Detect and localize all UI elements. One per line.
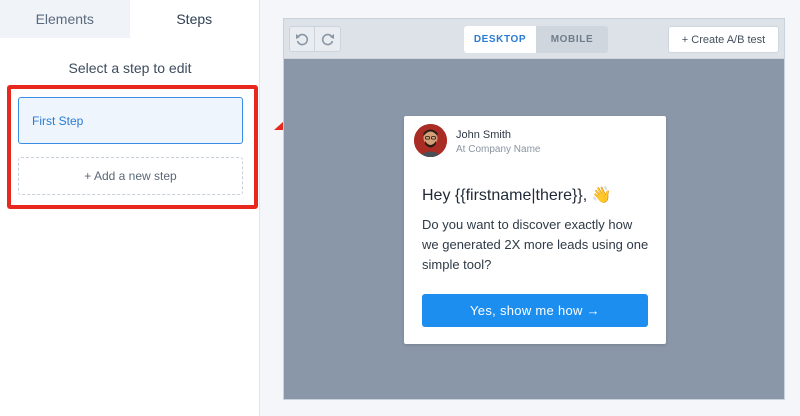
step-item-first[interactable]: First Step bbox=[18, 97, 243, 144]
device-toggle: DESKTOP MOBILE bbox=[464, 26, 608, 53]
sender-name: John Smith bbox=[456, 129, 512, 141]
create-ab-test-button[interactable]: + Create A/B test bbox=[668, 26, 779, 53]
card-heading: Hey {{firstname|there}}, 👋 bbox=[422, 187, 612, 204]
sidebar: Elements Steps Select a step to edit Fir… bbox=[0, 0, 260, 416]
preview-toolbar: DESKTOP MOBILE + Create A/B test bbox=[284, 19, 784, 59]
tab-elements[interactable]: Elements bbox=[0, 0, 130, 38]
history-controls bbox=[289, 26, 341, 52]
desktop-button[interactable]: DESKTOP bbox=[464, 26, 536, 53]
sender-company: At Company Name bbox=[456, 144, 541, 155]
cta-button[interactable]: Yes, show me how → bbox=[422, 294, 648, 327]
steps-heading: Select a step to edit bbox=[68, 60, 192, 76]
undo-icon[interactable] bbox=[289, 26, 315, 52]
mobile-button[interactable]: MOBILE bbox=[536, 26, 608, 53]
preview-canvas: DESKTOP MOBILE + Create A/B test John Sm… bbox=[283, 18, 785, 400]
step-item-label: First Step bbox=[32, 113, 84, 128]
card-body-text: Do you want to discover exactly how we g… bbox=[422, 217, 649, 272]
add-step-button[interactable]: + Add a new step bbox=[18, 157, 243, 195]
sidebar-tabs: Elements Steps bbox=[0, 0, 259, 38]
tab-steps[interactable]: Steps bbox=[129, 0, 259, 38]
redo-icon[interactable] bbox=[315, 26, 341, 52]
message-card: John Smith At Company Name Hey {{firstna… bbox=[404, 116, 666, 344]
avatar bbox=[414, 124, 447, 157]
